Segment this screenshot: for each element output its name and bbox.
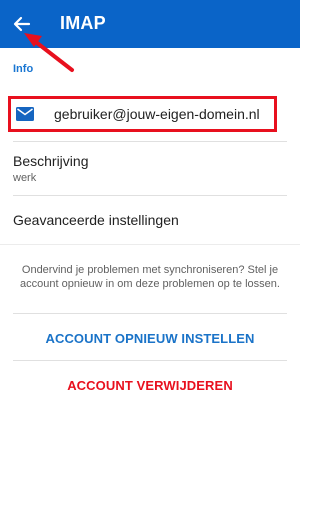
divider	[13, 195, 287, 196]
reset-account-button[interactable]: ACCOUNT OPNIEUW INSTELLEN	[13, 331, 287, 346]
delete-account-button[interactable]: ACCOUNT VERWIJDEREN	[13, 378, 287, 393]
back-button[interactable]	[8, 10, 36, 38]
divider	[13, 360, 287, 361]
advanced-settings-item[interactable]: Geavanceerde instellingen	[13, 212, 179, 228]
sync-help-text: Ondervind je problemen met synchronisere…	[20, 264, 280, 290]
email-account-row[interactable]: gebruiker@jouw-eigen-domein.nl	[8, 96, 277, 132]
arrow-left-icon	[13, 16, 31, 32]
page-title: IMAP	[60, 13, 106, 33]
divider	[13, 141, 287, 142]
description-value: werk	[13, 172, 37, 184]
divider	[13, 313, 287, 314]
info-section-header: Info	[13, 63, 34, 75]
mail-icon	[16, 107, 34, 121]
description-label[interactable]: Beschrijving	[13, 153, 88, 169]
app-bar: IMAP	[0, 0, 300, 48]
email-address: gebruiker@jouw-eigen-domein.nl	[54, 106, 260, 122]
